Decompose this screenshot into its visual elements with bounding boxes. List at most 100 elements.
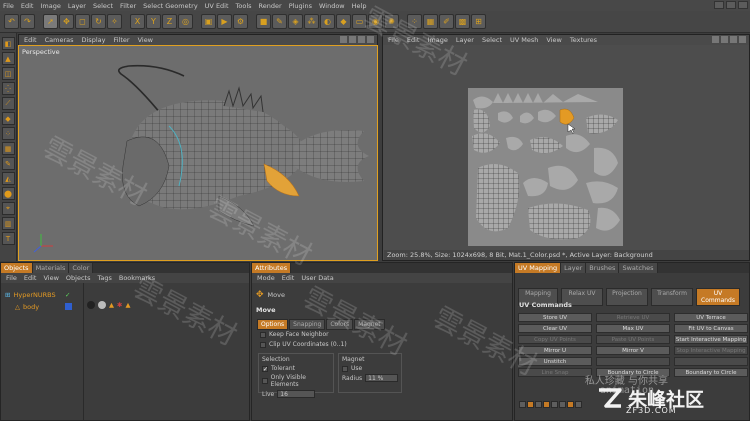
tab-layer[interactable]: Layer [561,263,587,273]
viewport-canvas[interactable]: Perspective [18,45,378,261]
start-interactive-mapping-button[interactable]: Start Interactive Mapping [674,335,748,344]
menu-image[interactable]: Image [40,2,60,10]
uv-tool-icon[interactable] [559,401,566,408]
obj-menu-view[interactable]: View [43,274,58,282]
fill-icon[interactable]: ◭ [1,172,15,185]
checkbox-box[interactable] [260,331,266,338]
object-name[interactable]: HyperNURBS [13,291,55,299]
viewport-menu-display[interactable]: Display [82,36,106,44]
menu-uv-edit[interactable]: UV Edit [205,2,229,10]
paste-uv-points-button[interactable]: Paste UV Points [596,335,670,344]
minimize-icon[interactable] [714,1,724,9]
last-tool-icon[interactable]: ✧ [107,14,122,29]
zoom-icon[interactable] [349,36,356,43]
uvw-tag-icon[interactable]: ✱ [117,301,122,309]
tab-attributes[interactable]: Attributes [252,263,292,273]
obj-menu-file[interactable]: File [6,274,17,282]
x-axis-icon[interactable]: X [130,14,145,29]
uv-fit-icon[interactable] [730,36,737,43]
check-icon[interactable]: ✓ [65,291,70,299]
obj-menu-bookmarks[interactable]: Bookmarks [119,274,155,282]
subtab-options[interactable]: Options [257,319,289,330]
obj-menu-tags[interactable]: Tags [97,274,111,282]
polygons-mode-icon[interactable]: ◆ [1,112,15,125]
subdivide-icon[interactable]: ◈ [288,14,303,29]
attr-menu-edit[interactable]: Edit [282,274,295,282]
uv-menu-view[interactable]: View [546,36,561,44]
viewport-menu-filter[interactable]: Filter [113,36,129,44]
obj-menu-edit[interactable]: Edit [24,274,37,282]
clear-uv-button[interactable]: Clear UV [518,324,592,333]
tab-uv-mapping[interactable]: UV Mapping [515,263,562,273]
orbit-icon[interactable] [358,36,365,43]
checkbox-box[interactable] [262,378,268,384]
subtab-uv-commands[interactable]: UV Commands [696,288,740,306]
phong-tag-icon[interactable] [87,301,95,309]
uv-menu-textures[interactable]: Textures [570,36,597,44]
checkbox-box[interactable] [342,365,348,372]
render-region-icon[interactable]: ▣ [201,14,216,29]
menu-help[interactable]: Help [352,2,367,10]
checkbox-box[interactable] [260,341,266,348]
render-settings-icon[interactable]: ⚙ [233,14,248,29]
pen-icon[interactable]: ✎ [272,14,287,29]
uv-tool-icon[interactable] [543,401,550,408]
subtab-projection[interactable]: Projection [606,288,648,306]
close-icon[interactable] [738,1,748,9]
uv-points-icon[interactable]: ⁘ [407,14,422,29]
uv-menu-image[interactable]: Image [427,36,447,44]
toggle-view-icon[interactable] [367,36,374,43]
model-mode-icon[interactable]: ◧ [1,37,15,50]
unstitch-button[interactable]: Unstitch [518,357,592,366]
subtab-magnet[interactable]: Magnet [354,319,385,330]
magnet-use-checkbox[interactable]: Use [342,365,398,372]
maximize-icon[interactable] [726,1,736,9]
checkbox-box[interactable]: ✓ [262,365,268,372]
uv-tool-icon[interactable] [535,401,542,408]
store-uv-button[interactable]: Store UV [518,313,592,322]
viewport-menu-edit[interactable]: Edit [24,36,37,44]
menu-select-geometry[interactable]: Select Geometry [143,2,198,10]
texture-icon[interactable]: ▩ [455,14,470,29]
uv-editor-viewport[interactable]: File Edit Image Layer Select UV Mesh Vie… [382,34,750,261]
rotate-icon[interactable]: ↻ [91,14,106,29]
uv-menu-uv-mesh[interactable]: UV Mesh [510,36,538,44]
scale-icon[interactable]: ◻ [75,14,90,29]
tab-objects[interactable]: Objects [1,263,33,273]
z-axis-icon[interactable]: Z [162,14,177,29]
text-tool-icon[interactable]: T [1,232,15,245]
tab-materials[interactable]: Materials [32,263,70,273]
subtab-transform[interactable]: Transform [651,288,693,306]
menu-plugins[interactable]: Plugins [289,2,312,10]
viewport-menu-cameras[interactable]: Cameras [45,36,74,44]
menu-filter[interactable]: Filter [120,2,136,10]
selection-tag-icon[interactable]: ▲ [109,301,114,309]
undo-icon[interactable]: ↶ [4,14,19,29]
uv-tool-icon[interactable] [527,401,534,408]
uv-pan-icon[interactable] [712,36,719,43]
paint-icon[interactable]: ✐ [439,14,454,29]
world-coord-icon[interactable]: ◎ [178,14,193,29]
menu-file[interactable]: File [3,2,14,10]
uv-polygons-mode-icon[interactable]: ▦ [1,142,15,155]
retrieve-uv-button[interactable]: Retrieve UV [596,313,670,322]
clip-uv-checkbox[interactable]: Clip UV Coordinates (0..1) [260,341,347,348]
uv-zoom-icon[interactable] [721,36,728,43]
edges-mode-icon[interactable]: ⟋ [1,97,15,110]
line-snap-button[interactable]: Line Snap [518,368,592,377]
paint-mode-icon[interactable]: ⬤ [1,187,15,200]
uv-tool-icon[interactable] [567,401,574,408]
object-mode-icon[interactable]: ▲ [1,52,15,65]
texture-mode-icon[interactable]: ◫ [1,67,15,80]
uv-texture-canvas[interactable] [468,88,623,246]
radius-value-input[interactable]: 11 % [365,374,398,382]
uv-tool-icon[interactable] [575,401,582,408]
tolerant-checkbox[interactable]: ✓ Tolerant [262,365,330,372]
tab-brushes[interactable]: Brushes [586,263,620,273]
object-row[interactable]: ⊞ HyperNURBS [5,291,56,299]
layout-icon[interactable]: ⊞ [471,14,486,29]
y-axis-icon[interactable]: Y [146,14,161,29]
fit-uv-to-canvas-button[interactable]: Fit UV to Canvas [674,324,748,333]
menu-layer[interactable]: Layer [68,2,86,10]
keep-face-neighbor-checkbox[interactable]: Keep Face Neighbor [260,331,329,338]
